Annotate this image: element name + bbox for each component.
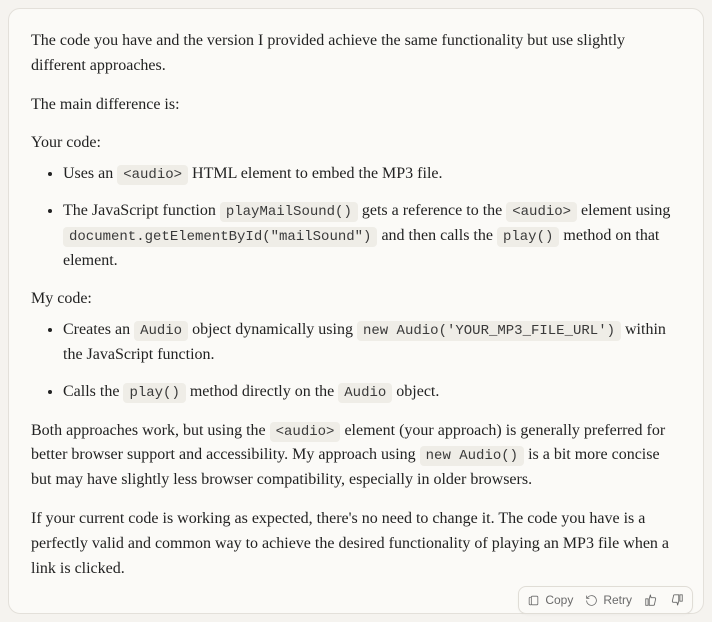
my-code-label: My code:	[31, 287, 681, 312]
retry-icon	[585, 594, 598, 607]
thumbs-up-button[interactable]	[644, 591, 658, 609]
text: and then calls the	[377, 227, 497, 244]
code-inline: playMailSound()	[220, 202, 358, 222]
list-item: The JavaScript function playMailSound() …	[63, 199, 681, 273]
code-inline: new Audio()	[420, 446, 524, 466]
clipboard-icon	[527, 594, 540, 607]
retry-label: Retry	[603, 593, 632, 607]
code-inline: <audio>	[506, 202, 577, 222]
text: object.	[392, 383, 439, 400]
code-inline: Audio	[134, 321, 188, 341]
code-inline: Audio	[338, 383, 392, 403]
code-inline: document.getElementById("mailSound")	[63, 227, 377, 247]
text: Calls the	[63, 383, 123, 400]
text: The JavaScript function	[63, 202, 220, 219]
my-code-list: Creates an Audio object dynamically usin…	[31, 318, 681, 404]
text: Uses an	[63, 165, 117, 182]
thumbs-down-button[interactable]	[670, 591, 684, 609]
your-code-label: Your code:	[31, 131, 681, 156]
thumbs-down-icon	[670, 593, 684, 607]
text: object dynamically using	[188, 321, 357, 338]
your-code-list: Uses an <audio> HTML element to embed th…	[31, 162, 681, 273]
paragraph: If your current code is working as expec…	[31, 507, 681, 581]
code-inline: new Audio('YOUR_MP3_FILE_URL')	[357, 321, 621, 341]
copy-button[interactable]: Copy	[527, 591, 573, 609]
text: Both approaches work, but using the	[31, 422, 270, 439]
text: Creates an	[63, 321, 134, 338]
text: element using	[577, 202, 670, 219]
code-inline: play()	[497, 227, 559, 247]
retry-button[interactable]: Retry	[585, 591, 632, 609]
message-action-bar: Copy Retry	[518, 586, 693, 614]
list-item: Uses an <audio> HTML element to embed th…	[63, 162, 681, 187]
text: HTML element to embed the MP3 file.	[188, 165, 442, 182]
code-inline: play()	[123, 383, 185, 403]
list-item: Creates an Audio object dynamically usin…	[63, 318, 681, 368]
paragraph: Both approaches work, but using the <aud…	[31, 419, 681, 493]
paragraph: The main difference is:	[31, 93, 681, 118]
message-content: The code you have and the version I prov…	[31, 29, 681, 581]
paragraph: The code you have and the version I prov…	[31, 29, 681, 79]
code-inline: <audio>	[117, 165, 188, 185]
copy-label: Copy	[545, 593, 573, 607]
text: gets a reference to the	[358, 202, 506, 219]
code-inline: <audio>	[270, 422, 341, 442]
list-item: Calls the play() method directly on the …	[63, 380, 681, 405]
text: method directly on the	[186, 383, 338, 400]
assistant-message-card: The code you have and the version I prov…	[8, 8, 704, 614]
thumbs-up-icon	[644, 593, 658, 607]
